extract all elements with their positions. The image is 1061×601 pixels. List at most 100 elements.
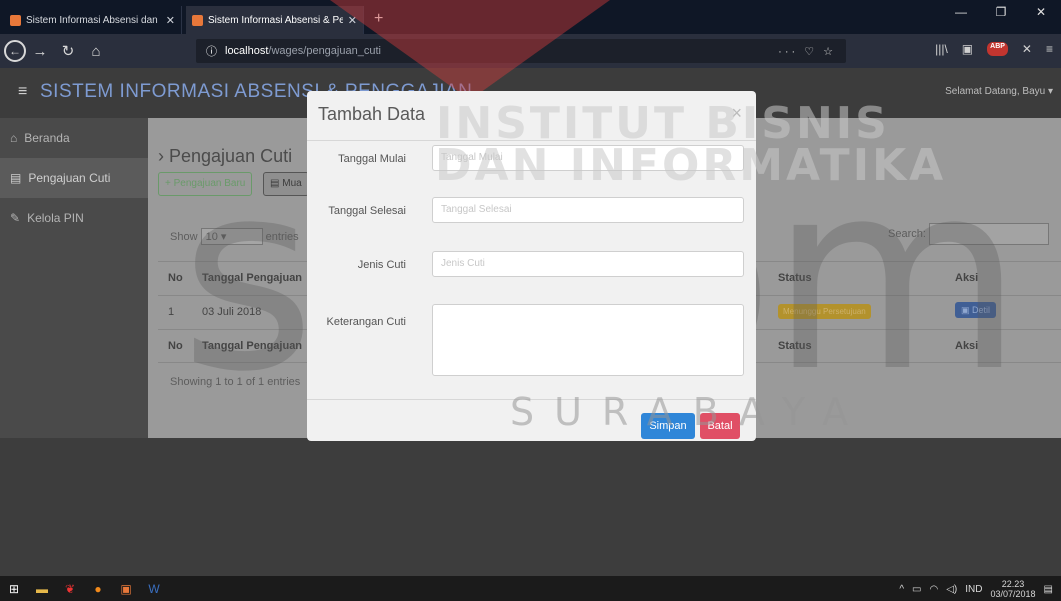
search-label: Search: (888, 227, 926, 240)
page-length-select[interactable]: 10 ▾ (200, 228, 263, 245)
reload-icon[interactable]: ↻ (54, 42, 82, 60)
edit-icon: ✎ (10, 211, 21, 225)
end-date-input[interactable]: Tanggal Selesai (432, 197, 744, 223)
start-icon[interactable]: ⊞ (0, 576, 28, 601)
sidebar: ⌂ Beranda ▤ Pengajuan Cuti ✎ Kelola PIN (0, 118, 148, 438)
leave-type-input[interactable]: Jenis Cuti (432, 251, 744, 277)
tab-title: Sistem Informasi Absensi dan P (26, 14, 161, 26)
browser-tab[interactable]: Sistem Informasi Absensi dan P ✕ (4, 6, 182, 34)
sidebar-item-label: Kelola PIN (27, 211, 84, 225)
home-icon[interactable]: ⌂ (82, 43, 110, 60)
url-path: /wages/pengajuan_cuti (268, 45, 381, 57)
sidebar-item-pengajuan-cuti[interactable]: ▤ Pengajuan Cuti (0, 158, 148, 198)
load-button[interactable]: ▤ Mua (263, 172, 309, 196)
col-footer-status: Status (778, 340, 812, 352)
cell-tanggal: 03 Juli 2018 (202, 306, 262, 318)
forward-icon[interactable]: → (26, 43, 54, 60)
page-length-control: Show 10 ▾ entries (170, 228, 299, 245)
favicon-icon (192, 14, 203, 26)
url-bar[interactable]: ⓘ localhost/wages/pengajuan_cuti ··· ♡ ☆ (196, 39, 846, 63)
browser-tab-bar: Sistem Informasi Absensi dan P ✕ Sistem … (0, 0, 1061, 34)
modal-header: Tambah Data × (307, 91, 756, 141)
volume-icon[interactable]: ◁) (946, 584, 957, 595)
search-input[interactable] (928, 223, 1049, 245)
system-tray: ^ ▭ ◠ ◁) IND 22.23 03/07/2018 ▤ (899, 579, 1053, 599)
clock[interactable]: 22.23 03/07/2018 (991, 579, 1036, 599)
page-title: › Pengajuan Cuti (158, 146, 293, 166)
page-length-value: 10 (205, 231, 218, 243)
network-icon[interactable]: ▭ (912, 584, 921, 595)
minimize-icon[interactable]: — (941, 0, 981, 26)
close-window-icon[interactable]: ✕ (1021, 0, 1061, 26)
user-menu[interactable]: Selamat Datang, Bayu ▾ (945, 86, 1053, 97)
close-icon[interactable]: × (731, 103, 742, 124)
toolbar-icons: |||\ ▣ ABP ✕ ≡ (935, 42, 1053, 56)
col-header-tanggal[interactable]: Tanggal Pengajuan (202, 272, 302, 284)
wifi-icon[interactable]: ◠ (930, 584, 939, 595)
sidebar-item-kelola-pin[interactable]: ✎ Kelola PIN (0, 198, 148, 238)
col-header-no[interactable]: No (168, 272, 183, 284)
library-icon[interactable]: |||\ (935, 42, 948, 56)
sidebar-item-beranda[interactable]: ⌂ Beranda (0, 118, 148, 158)
page-actions-icon[interactable]: ··· ♡ ☆ (778, 45, 836, 58)
end-date-label: Tanggal Selesai (328, 205, 406, 217)
cell-no: 1 (168, 306, 175, 318)
cancel-button[interactable]: Batal (700, 413, 740, 439)
hamburger-menu-icon[interactable]: ≡ (1046, 42, 1053, 56)
status-badge: Menunggu Persetujuan (778, 304, 871, 319)
sidebar-item-label: Pengajuan Cuti (28, 171, 111, 185)
clock-date: 03/07/2018 (990, 589, 1036, 599)
document-icon: ▤ (10, 171, 22, 185)
app-icon[interactable]: ❦ (56, 576, 84, 601)
info-icon[interactable]: ⓘ (206, 43, 217, 59)
table-search: Search: (888, 223, 1049, 245)
load-button-label: Mua (282, 178, 302, 189)
clock-time: 22.23 (1001, 579, 1025, 589)
entries-label: entries (265, 231, 299, 243)
maximize-icon[interactable]: ❐ (981, 0, 1021, 26)
new-tab-button[interactable]: + (364, 10, 393, 34)
description-textarea[interactable] (432, 304, 744, 376)
file-explorer-icon[interactable]: ▬ (28, 576, 56, 601)
leave-type-label: Jenis Cuti (357, 259, 406, 271)
notification-icon[interactable]: ▤ (1044, 584, 1053, 595)
add-request-button[interactable]: + Pengajuan Baru (158, 172, 253, 196)
col-footer-no: No (168, 340, 183, 352)
close-icon[interactable]: ✕ (1022, 42, 1032, 56)
menu-toggle-icon[interactable]: ≡ (18, 83, 27, 101)
description-label: Keterangan Cuti (326, 316, 407, 328)
xampp-icon[interactable]: ▣ (112, 576, 140, 601)
tab-title: Sistem Informasi Absensi & Pe (208, 14, 343, 26)
modal-footer (307, 399, 756, 400)
col-header-aksi[interactable]: Aksi (955, 272, 978, 284)
save-button[interactable]: Simpan (641, 413, 695, 439)
col-footer-tanggal: Tanggal Pengajuan (202, 340, 303, 352)
col-footer-aksi: Aksi (955, 340, 979, 352)
url-host: localhost (225, 45, 269, 57)
adblock-icon[interactable]: ABP (987, 42, 1008, 56)
col-header-status[interactable]: Status (778, 272, 812, 284)
table-info: Showing 1 to 1 of 1 entries (170, 376, 301, 388)
window-controls: — ❐ ✕ (941, 0, 1061, 26)
detail-button[interactable]: ▣ Detil (955, 302, 997, 318)
close-tab-icon[interactable]: ✕ (166, 14, 175, 27)
sidebar-item-label: Beranda (24, 131, 70, 145)
taskbar: ⊞ ▬ ❦ ● ▣ W ^ ▭ ◠ ◁) IND 22.23 03/07/2018… (0, 576, 1061, 601)
detail-button-label: Detil (972, 305, 991, 315)
favicon-icon (10, 14, 21, 26)
modal-title: Tambah Data (318, 104, 426, 124)
close-tab-icon[interactable]: ✕ (348, 14, 357, 27)
language-indicator[interactable]: IND (965, 584, 982, 595)
page-footer-area (0, 438, 1061, 576)
start-date-input[interactable]: Tanggal Mulai (432, 145, 744, 171)
home-icon: ⌂ (10, 131, 18, 145)
back-icon[interactable]: ← (4, 40, 26, 62)
word-icon[interactable]: W (140, 576, 168, 601)
document-icon: ▤ (270, 178, 283, 189)
firefox-icon[interactable]: ● (84, 576, 112, 601)
sidebar-icon[interactable]: ▣ (962, 42, 973, 56)
browser-tab-active[interactable]: Sistem Informasi Absensi & Pe ✕ (186, 6, 364, 34)
chevron-up-icon[interactable]: ^ (899, 584, 904, 595)
start-date-label: Tanggal Mulai (338, 153, 406, 165)
add-data-modal: Tambah Data × Tanggal Mulai Tanggal Mula… (307, 91, 756, 441)
